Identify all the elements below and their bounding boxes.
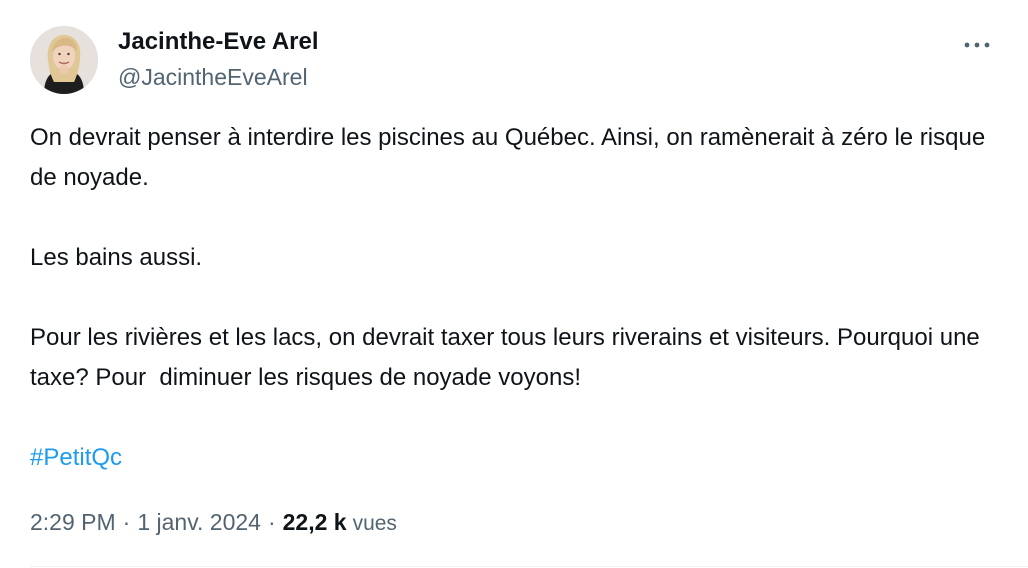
tweet-body: On devrait penser à interdire les piscin… <box>30 118 1005 478</box>
avatar[interactable] <box>30 26 98 94</box>
views-count: 22,2 k <box>282 509 347 535</box>
tweet-paragraph: On devrait penser à interdire les piscin… <box>30 124 986 191</box>
tweet-paragraph: Pour les rivières et les lacs, on devrai… <box>30 324 987 391</box>
tweet-meta: 2:29 PM · 1 janv. 2024 · 22,2 k vues <box>30 507 397 539</box>
hashtag-link[interactable]: #PetitQc <box>30 444 122 471</box>
more-horizontal-icon <box>964 42 990 48</box>
meta-separator: · <box>267 509 276 535</box>
hashtag-line: #PetitQc <box>30 438 1005 478</box>
tweet-paragraph: Les bains aussi. <box>30 244 203 271</box>
divider <box>30 566 1028 567</box>
timestamp-time[interactable]: 2:29 PM <box>30 507 116 537</box>
views-label: vues <box>352 512 397 535</box>
timestamp-date[interactable]: 1 janv. 2024 <box>137 507 261 537</box>
profile-photo-icon <box>30 26 98 94</box>
author-display-name[interactable]: Jacinthe-Eve Arel <box>118 27 319 57</box>
more-options-button[interactable] <box>958 30 996 60</box>
tweet-card: Jacinthe-Eve Arel @JacintheEveArel On de… <box>0 0 1028 568</box>
author-handle[interactable]: @JacintheEveArel <box>118 62 308 92</box>
meta-separator: · <box>122 509 131 535</box>
